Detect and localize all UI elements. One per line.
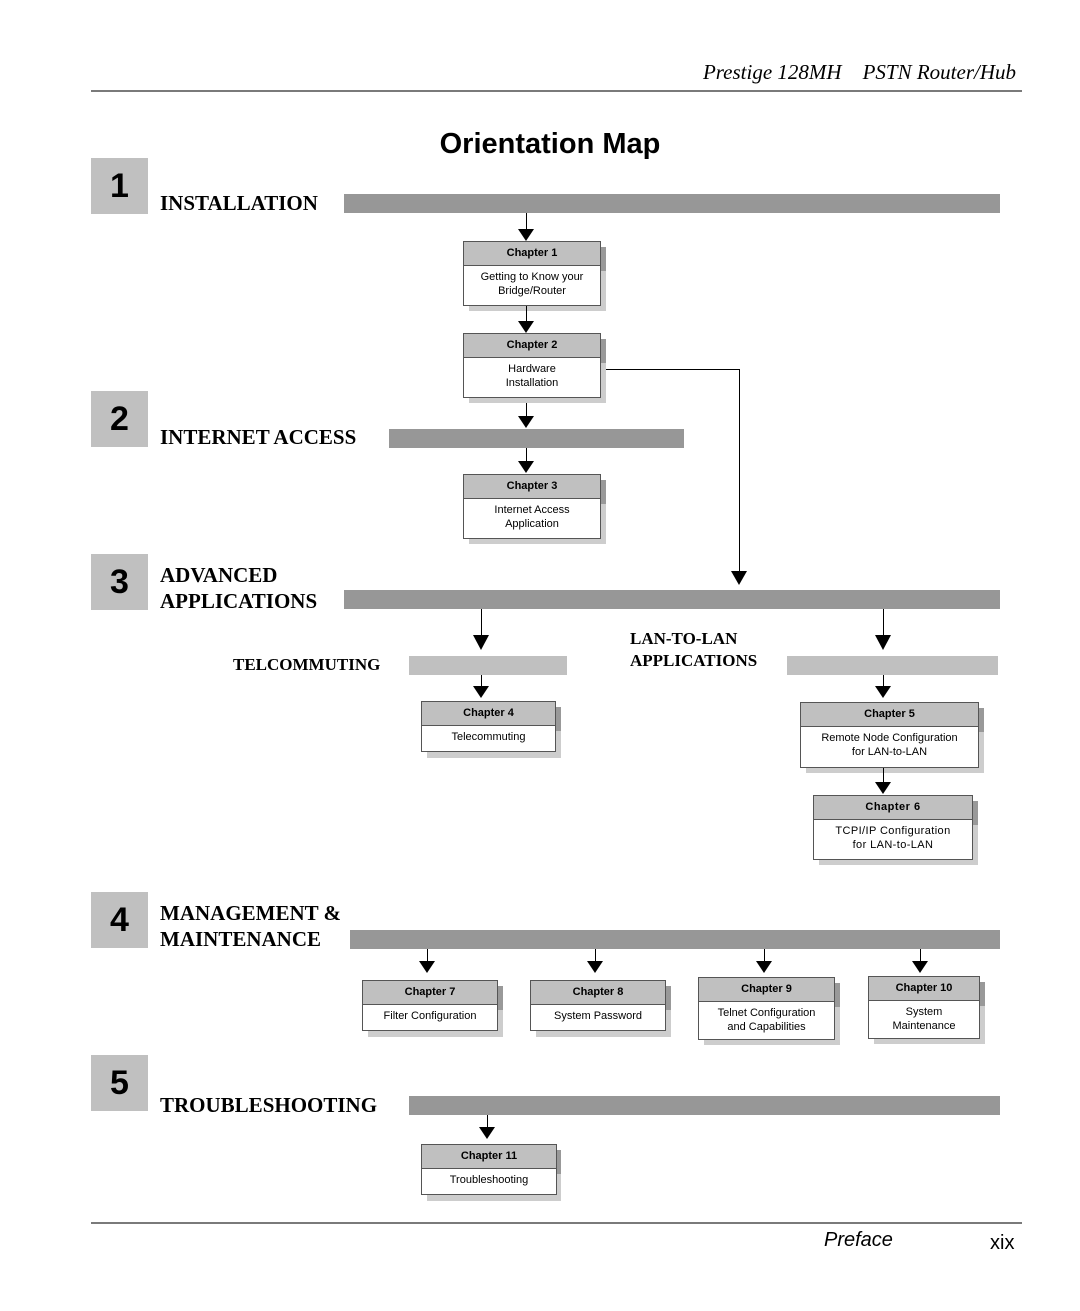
- section-number-1: 1: [91, 158, 148, 214]
- connector-line: [526, 403, 527, 417]
- arrow-down-icon: [473, 635, 489, 650]
- arrow-down-icon: [756, 961, 772, 973]
- connector-line: [883, 609, 884, 635]
- connector-line: [883, 675, 884, 686]
- chapter-box-11[interactable]: Chapter 11 Troubleshooting: [421, 1144, 557, 1195]
- subsection-label-lan-to-lan: LAN-TO-LAN: [630, 629, 738, 648]
- section-label-troubleshooting: TROUBLESHOOTING: [160, 1093, 378, 1117]
- chapter-title: Chapter 7: [363, 981, 497, 1005]
- connector-line: [427, 949, 428, 961]
- arrow-down-icon: [518, 229, 534, 241]
- section-label-management: MANAGEMENT &: [160, 901, 342, 925]
- chapter-title: Chapter 9: [699, 978, 834, 1002]
- section-bar-management-maintenance: [350, 930, 1000, 949]
- chapter-title: Chapter 3: [464, 475, 600, 499]
- chapter-description: Troubleshooting: [449, 1174, 529, 1186]
- chapter-box-7[interactable]: Chapter 7 Filter Configuration: [362, 980, 498, 1031]
- footer-section: Preface: [824, 1229, 893, 1251]
- section-bar-troubleshooting: [409, 1096, 1000, 1115]
- section-bar-advanced-applications: [344, 590, 1000, 609]
- chapter-description: System Password: [553, 1010, 643, 1022]
- section-label-applications: APPLICATIONS: [160, 589, 318, 613]
- connector-line: [526, 306, 527, 321]
- chapter-title: Chapter 4: [422, 702, 555, 726]
- chapter-box-2[interactable]: Chapter 2 Hardware Installation: [463, 333, 601, 398]
- arrow-down-icon: [473, 686, 489, 698]
- chapter-description: Filter Configuration: [383, 1010, 477, 1022]
- connector-line: [595, 949, 596, 961]
- connector-line: [606, 369, 740, 370]
- chapter-description: Hardware Installation: [505, 363, 559, 389]
- chapter-description: Telnet Configuration and Capabilities: [717, 1007, 816, 1033]
- arrow-down-icon: [479, 1127, 495, 1139]
- chapter-description: TCPI/IP Configuration for LAN-to-LAN: [835, 825, 951, 851]
- chapter-box-5[interactable]: Chapter 5 Remote Node Configuration for …: [800, 702, 979, 768]
- chapter-description: Telecommuting: [451, 731, 526, 743]
- arrow-down-icon: [912, 961, 928, 973]
- arrow-down-icon: [875, 782, 891, 794]
- connector-line: [526, 213, 527, 229]
- section-bar-internet-access: [389, 429, 684, 448]
- subsection-bar-lan-to-lan: [787, 656, 998, 675]
- chapter-box-3[interactable]: Chapter 3 Internet Access Application: [463, 474, 601, 539]
- running-header: Prestige 128MH PSTN Router/Hub: [703, 60, 1016, 85]
- arrow-down-icon: [419, 961, 435, 973]
- chapter-title: Chapter 2: [464, 334, 600, 358]
- chapter-box-1[interactable]: Chapter 1 Getting to Know your Bridge/Ro…: [463, 241, 601, 306]
- arrow-down-icon: [518, 321, 534, 333]
- subsection-label-telecommuting: TELCOMMUTING: [233, 655, 381, 674]
- chapter-title: Chapter 10: [869, 977, 979, 1001]
- header-product: Prestige 128MH: [702, 60, 842, 84]
- connector-line: [481, 675, 482, 686]
- connector-line: [526, 448, 527, 461]
- chapter-box-8[interactable]: Chapter 8 System Password: [530, 980, 666, 1031]
- chapter-description: Getting to Know your Bridge/Router: [480, 271, 584, 297]
- connector-line: [739, 369, 740, 571]
- connector-line: [883, 768, 884, 782]
- section-number-5: 5: [91, 1055, 148, 1111]
- section-label-installation: INSTALLATION: [160, 191, 318, 215]
- chapter-box-9[interactable]: Chapter 9 Telnet Configuration and Capab…: [698, 977, 835, 1040]
- footer-rule: [91, 1222, 1022, 1224]
- section-label-internet-access: INTERNET ACCESS: [160, 425, 357, 449]
- section-number-4: 4: [91, 892, 148, 948]
- header-rule: [91, 90, 1022, 92]
- connector-line: [920, 949, 921, 961]
- chapter-title: Chapter 5: [801, 703, 978, 727]
- arrow-down-icon: [875, 635, 891, 650]
- arrow-down-icon: [587, 961, 603, 973]
- chapter-title: Chapter 8: [531, 981, 665, 1005]
- chapter-box-4[interactable]: Chapter 4 Telecommuting: [421, 701, 556, 752]
- chapter-box-10[interactable]: Chapter 10 System Maintenance: [868, 976, 980, 1039]
- chapter-title: Chapter 11: [422, 1145, 556, 1169]
- arrow-down-icon: [731, 571, 747, 585]
- footer-page-number: xix: [990, 1232, 1015, 1254]
- section-label-advanced: ADVANCED: [160, 563, 278, 587]
- section-bar-installation: [344, 194, 1000, 213]
- chapter-title: Chapter 6: [814, 796, 972, 820]
- subsection-bar-telecommuting: [409, 656, 567, 675]
- chapter-description: System Maintenance: [892, 1006, 956, 1032]
- subsection-label-lan-applications: APPLICATIONS: [630, 651, 758, 670]
- header-subtitle: PSTN Router/Hub: [862, 60, 1016, 84]
- chapter-description: Internet Access Application: [494, 504, 570, 530]
- arrow-down-icon: [875, 686, 891, 698]
- section-label-maintenance: MAINTENANCE: [160, 927, 322, 951]
- arrow-down-icon: [518, 416, 534, 428]
- section-number-2: 2: [91, 391, 148, 447]
- connector-line: [764, 949, 765, 961]
- connector-line: [481, 609, 482, 635]
- chapter-description: Remote Node Configuration for LAN-to-LAN: [821, 732, 958, 758]
- connector-line: [487, 1115, 488, 1127]
- chapter-title: Chapter 1: [464, 242, 600, 266]
- arrow-down-icon: [518, 461, 534, 473]
- chapter-box-6[interactable]: Chapter 6 TCPI/IP Configuration for LAN-…: [813, 795, 973, 860]
- page-title: Orientation Map: [439, 128, 661, 160]
- section-number-3: 3: [91, 554, 148, 610]
